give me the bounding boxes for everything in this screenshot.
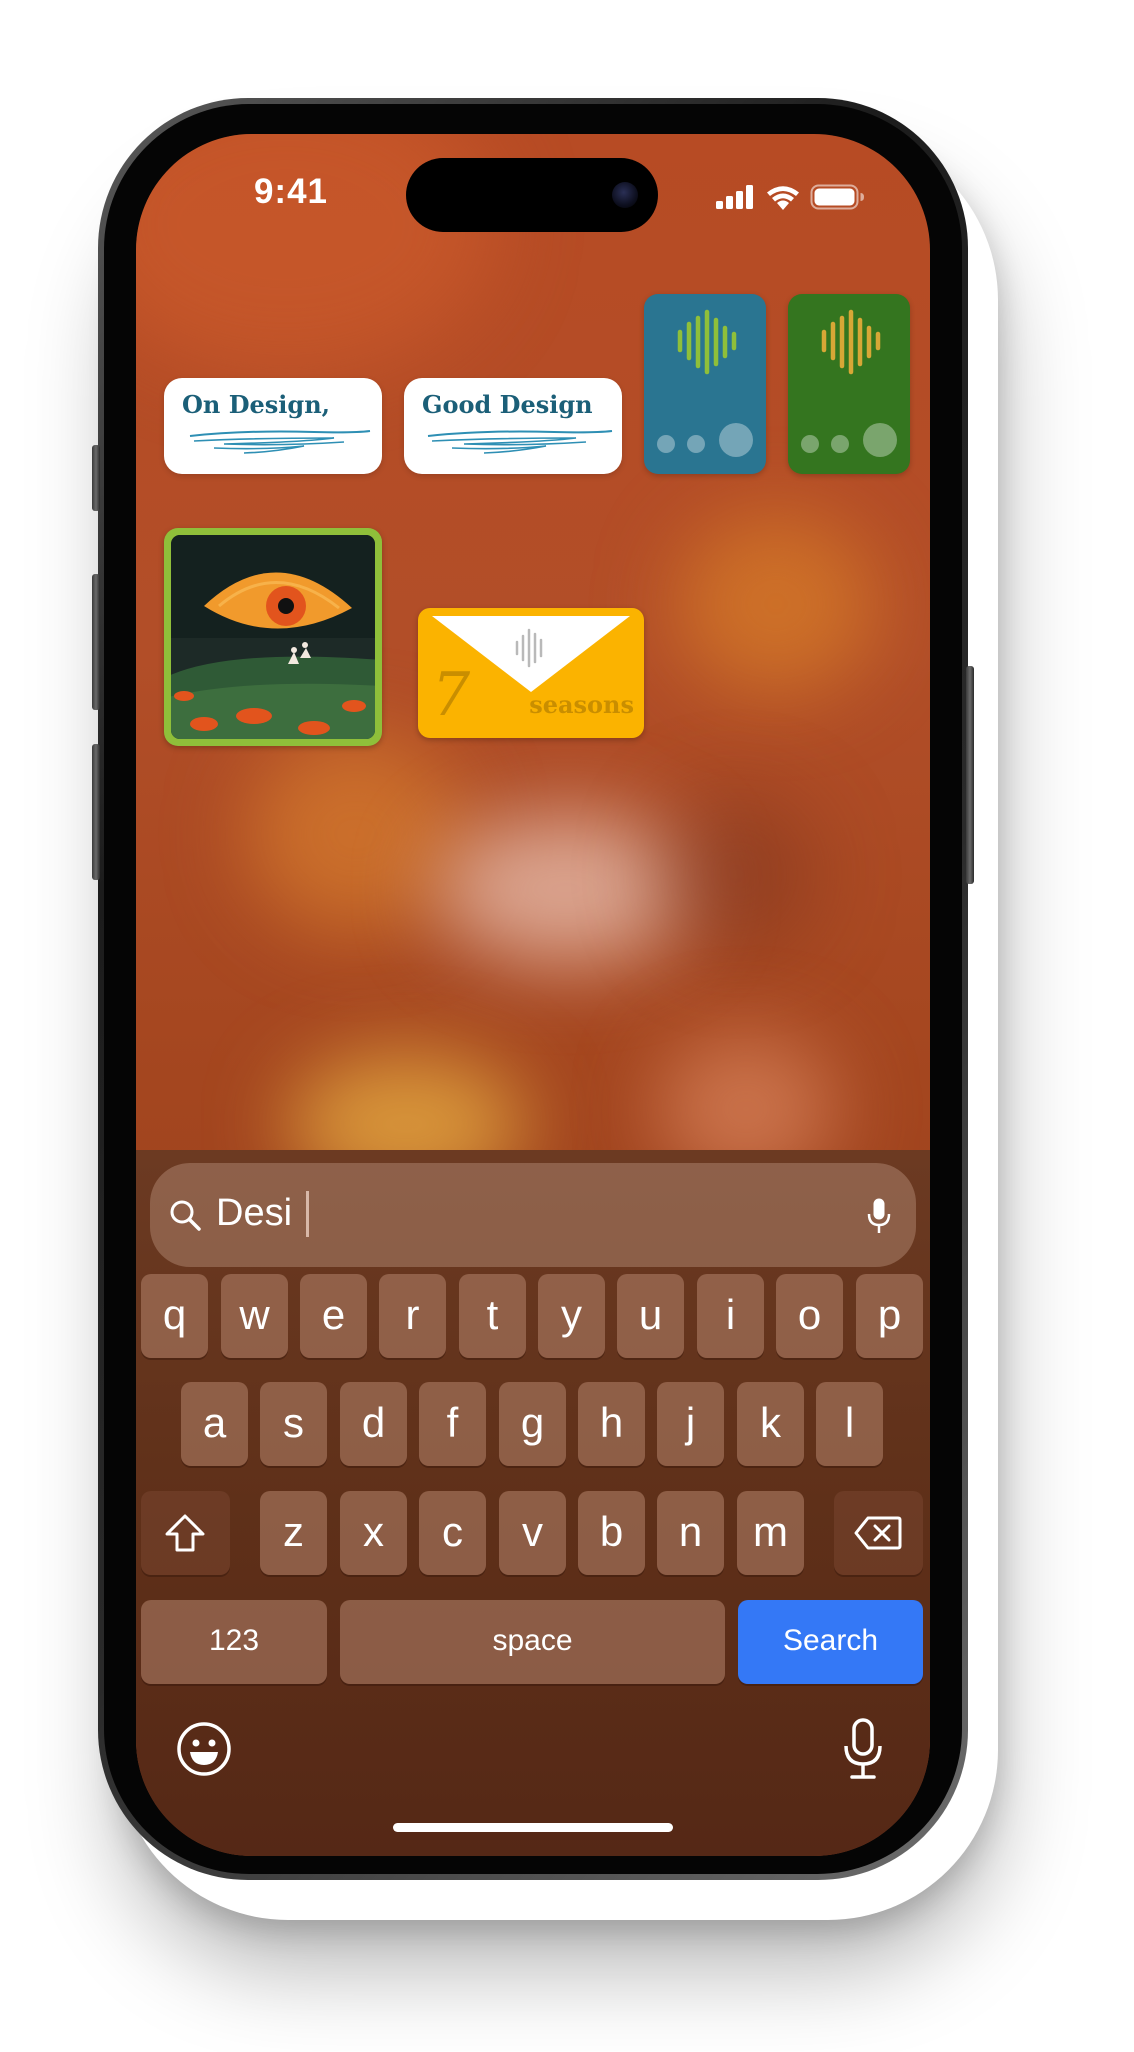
key-t[interactable]: t (459, 1274, 526, 1358)
search-input[interactable]: Desi (216, 1192, 292, 1235)
wifi-icon (767, 186, 799, 210)
shift-key[interactable] (141, 1491, 230, 1575)
seasons-word: seasons (529, 690, 634, 719)
shift-icon (165, 1514, 205, 1552)
key-f[interactable]: f (419, 1382, 486, 1466)
emoji-icon[interactable] (176, 1721, 232, 1777)
microphone-icon[interactable] (842, 1718, 884, 1780)
key-y[interactable]: y (538, 1274, 605, 1358)
waveform-icon (657, 309, 753, 457)
key-q[interactable]: q (141, 1274, 208, 1358)
key-p[interactable]: p (856, 1274, 923, 1358)
action-button (92, 445, 100, 511)
wallpaper-glow (676, 514, 876, 694)
key-u[interactable]: u (617, 1274, 684, 1358)
cellular-signal-icon (716, 185, 753, 209)
book-title: Good Design (422, 390, 593, 419)
search-bar[interactable]: Desi (150, 1163, 916, 1267)
key-m[interactable]: m (737, 1491, 804, 1575)
delete-icon (854, 1516, 902, 1550)
key-e[interactable]: e (300, 1274, 367, 1358)
keyboard: q w e r t y u i o p a s d f g h j k l z … (136, 1274, 930, 1856)
dynamic-island (406, 158, 658, 232)
key-n[interactable]: n (657, 1491, 724, 1575)
microphone-icon[interactable] (866, 1197, 892, 1235)
key-b[interactable]: b (578, 1491, 645, 1575)
key-d[interactable]: d (340, 1382, 407, 1466)
waveform-icon (801, 309, 897, 457)
key-v[interactable]: v (499, 1491, 566, 1575)
audio-widget-blue[interactable] (644, 294, 766, 474)
space-key[interactable]: space (340, 1600, 725, 1684)
volume-down-button (92, 744, 100, 880)
wallpaper-glow (656, 794, 816, 954)
key-l[interactable]: l (816, 1382, 883, 1466)
artwork-widget[interactable] (164, 528, 382, 746)
key-s[interactable]: s (260, 1382, 327, 1466)
book-widget-on-design[interactable]: On Design, (164, 378, 382, 474)
key-z[interactable]: z (260, 1491, 327, 1575)
search-key[interactable]: Search (738, 1600, 923, 1684)
key-o[interactable]: o (776, 1274, 843, 1358)
key-h[interactable]: h (578, 1382, 645, 1466)
book-title: On Design, (182, 390, 331, 419)
numbers-key[interactable]: 123 (141, 1600, 327, 1684)
status-icons (716, 182, 866, 212)
key-g[interactable]: g (499, 1382, 566, 1466)
battery-icon (810, 184, 864, 210)
wallpaper-glow (246, 734, 466, 934)
home-indicator[interactable] (393, 1823, 673, 1832)
audio-widget-green[interactable] (788, 294, 910, 474)
key-x[interactable]: x (340, 1491, 407, 1575)
volume-up-button (92, 574, 100, 710)
seasons-envelope-widget[interactable]: 7 seasons (418, 608, 644, 738)
status-time: 9:41 (253, 172, 329, 211)
key-i[interactable]: i (697, 1274, 764, 1358)
power-button (966, 666, 974, 884)
key-a[interactable]: a (181, 1382, 248, 1466)
delete-key[interactable] (834, 1491, 923, 1575)
search-icon (170, 1200, 201, 1231)
book-widget-good-design[interactable]: Good Design (404, 378, 622, 474)
seasons-number: 7 (432, 660, 471, 730)
key-r[interactable]: r (379, 1274, 446, 1358)
key-k[interactable]: k (737, 1382, 804, 1466)
text-cursor (306, 1191, 309, 1237)
phone-screen: 9:41 On Design, Good Design 7 seasons De… (136, 134, 930, 1856)
eye-artwork-icon (171, 535, 375, 739)
front-camera-icon (612, 182, 638, 208)
key-c[interactable]: c (419, 1491, 486, 1575)
key-j[interactable]: j (657, 1382, 724, 1466)
key-w[interactable]: w (221, 1274, 288, 1358)
